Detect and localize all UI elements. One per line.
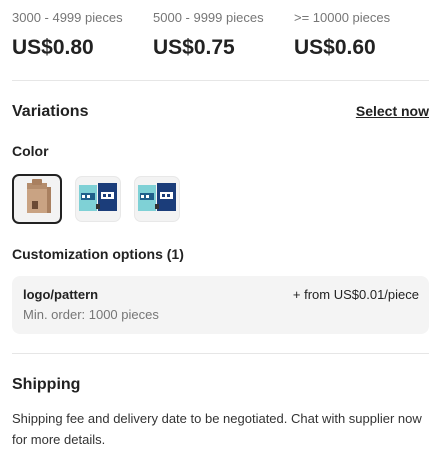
printed-bag-in-box-icon	[77, 180, 119, 219]
variations-title: Variations	[12, 103, 89, 120]
color-swatch-printed-2[interactable]	[134, 176, 180, 222]
customization-title: Customization options (1)	[12, 246, 184, 262]
color-swatches	[12, 174, 193, 224]
color-label: Color	[12, 143, 49, 159]
customization-option[interactable]: logo/pattern + from US$0.01/piece Min. o…	[12, 276, 429, 334]
select-now-link[interactable]: Select now	[356, 102, 429, 120]
tier-quantity-range: 5000 - 9999 pieces	[153, 10, 264, 25]
product-detail-panel: 3000 - 4999 pieces US$0.80 5000 - 9999 p…	[0, 0, 434, 465]
tier-quantity-range: 3000 - 4999 pieces	[12, 10, 123, 25]
price-tiers: 3000 - 4999 pieces US$0.80 5000 - 9999 p…	[12, 10, 434, 60]
divider	[12, 353, 429, 354]
price-tier: 3000 - 4999 pieces US$0.80	[12, 10, 153, 60]
price-tier: 5000 - 9999 pieces US$0.75	[153, 10, 294, 60]
color-swatch-printed-1[interactable]	[75, 176, 121, 222]
customization-option-name: logo/pattern	[23, 287, 99, 302]
shipping-text: Shipping fee and delivery date to be neg…	[12, 411, 422, 447]
divider	[12, 80, 429, 81]
tier-price: US$0.60	[294, 36, 376, 59]
customization-min-order: Min. order: 1000 pieces	[23, 307, 159, 322]
tier-price: US$0.75	[153, 36, 235, 59]
customization-option-price: + from US$0.01/piece	[292, 287, 419, 302]
tier-price: US$0.80	[12, 36, 94, 59]
shipping-title: Shipping	[12, 376, 81, 393]
tier-quantity-range: >= 10000 pieces	[294, 10, 391, 25]
color-swatch-kraft[interactable]	[12, 174, 62, 224]
price-tier: >= 10000 pieces US$0.60	[294, 10, 434, 60]
printed-bag-in-box-icon	[136, 180, 178, 219]
kraft-bag-in-box-icon	[18, 177, 56, 222]
